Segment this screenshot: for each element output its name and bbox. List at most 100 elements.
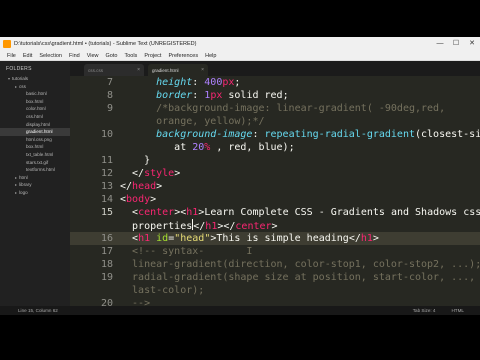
sidebar-item-label: color.html xyxy=(26,106,46,112)
editor-tab[interactable]: css.css × xyxy=(84,64,144,76)
menu-goto[interactable]: Goto xyxy=(106,53,118,59)
code-token: linear-gradient(direction, color-stop1, … xyxy=(132,259,480,270)
code-token: center xyxy=(138,207,175,218)
sidebar-item[interactable]: textforms.html xyxy=(0,166,70,174)
syntax-status[interactable]: HTML xyxy=(451,308,464,313)
code-token: Learn Complete CSS - Gradients and Shado… xyxy=(204,207,480,218)
menu-find[interactable]: Find xyxy=(69,53,80,59)
tab-bar: css.css × gradient.html × xyxy=(70,61,480,76)
sidebar-item-label: txt_table.html xyxy=(26,151,54,157)
sublime-app-icon xyxy=(3,40,11,48)
sidebar-item[interactable]: basic.html xyxy=(0,90,70,98)
sidebar-item[interactable]: ▸ css xyxy=(0,83,70,91)
code-token: head xyxy=(132,181,157,192)
menu-view[interactable]: View xyxy=(87,53,99,59)
menu-bar: File Edit Selection Find View Goto Tools Projec… xyxy=(0,51,480,61)
menu-edit[interactable]: Edit xyxy=(23,53,32,59)
line-number: 18 xyxy=(100,259,113,270)
line-number: 20 xyxy=(100,298,113,306)
code-token: : xyxy=(192,77,205,88)
code-token: >< xyxy=(174,207,187,218)
sidebar-item-label: logo xyxy=(19,189,28,195)
tab-label: gradient.html xyxy=(152,67,179,73)
sidebar-item[interactable]: color.html xyxy=(0,105,70,113)
sidebar-item-label: stars.txt.gif xyxy=(26,159,49,165)
code-token: center xyxy=(235,221,272,232)
code-token: > xyxy=(271,221,278,232)
code-line: linear-gradient(direction, color-stop1, … xyxy=(132,258,480,271)
code-token: id xyxy=(156,233,169,244)
sidebar-item[interactable]: box.html xyxy=(0,143,70,151)
sidebar-item[interactable]: display.html xyxy=(0,121,70,129)
sidebar-item-label: tutorials xyxy=(12,76,29,81)
editor-tab[interactable]: gradient.html × xyxy=(148,64,208,76)
sidebar-item-label: basic.html xyxy=(26,91,47,97)
line-number: 11 xyxy=(100,155,113,166)
menu-project[interactable]: Project xyxy=(144,53,161,59)
code-line: border: 1px solid red; xyxy=(156,89,288,102)
code-line: background-image: repeating-radial-gradi… xyxy=(156,128,480,141)
code-token: solid red; xyxy=(222,90,289,101)
sidebar-item-label: library xyxy=(19,182,32,188)
tab-close-icon[interactable]: × xyxy=(137,67,140,73)
code-token: > xyxy=(372,233,379,244)
code-token: height xyxy=(156,77,193,88)
sidebar-item[interactable]: ▾ tutorials xyxy=(0,75,70,83)
code-token: , red, blue); xyxy=(210,142,295,153)
line-number: 12 xyxy=(100,168,113,179)
sidebar-item[interactable]: html.css.png xyxy=(0,136,70,144)
maximize-icon[interactable]: ☐ xyxy=(448,37,464,51)
sidebar-item-label: html xyxy=(19,174,28,180)
code-token: "head" xyxy=(174,233,211,244)
code-area[interactable]: height: 400px; border: 1px solid red;/*ba… xyxy=(120,76,480,306)
code-line: </style> xyxy=(132,167,180,180)
tab-close-icon[interactable]: × xyxy=(201,67,204,73)
sidebar-item[interactable]: stars.txt.gif xyxy=(0,159,70,167)
code-token: radial-gradient(shape size at position, … xyxy=(132,272,476,283)
code-token: px xyxy=(222,77,235,88)
sidebar-item[interactable]: ▸ library xyxy=(0,181,70,189)
menu-selection[interactable]: Selection xyxy=(39,53,62,59)
code-token: <!-- syntax- I xyxy=(132,246,253,257)
code-line: </head> xyxy=(120,180,162,193)
sidebar-item[interactable]: box.html xyxy=(0,98,70,106)
sidebar-item-label: display.html xyxy=(26,121,50,127)
sidebar-item-label: gradient.html xyxy=(26,129,53,135)
code-line: <center><h1>Learn Complete CSS - Gradien… xyxy=(132,206,480,219)
code-token: > xyxy=(150,194,157,205)
sidebar-item[interactable]: css.html xyxy=(0,113,70,121)
tab-size-status[interactable]: Tab Size: 4 xyxy=(413,308,436,313)
code-token: h1 xyxy=(138,233,151,244)
sidebar-item[interactable]: ▸ logo xyxy=(0,189,70,197)
code-token: 400 xyxy=(204,77,223,88)
sidebar-item[interactable]: ▸ html xyxy=(0,174,70,182)
menu-file[interactable]: File xyxy=(7,53,16,59)
line-number: 17 xyxy=(100,246,113,257)
code-token: </ xyxy=(120,181,133,192)
sidebar-item[interactable]: gradient.html xyxy=(0,128,70,136)
code-line: properties</h1></center> xyxy=(132,219,278,232)
line-number-gutter: 789101112131415161718192021 xyxy=(70,76,120,306)
status-bar: Line 15, Column 62 Tab Size: 4 HTML xyxy=(0,306,480,315)
code-line: --> xyxy=(132,297,150,306)
code-token: : xyxy=(252,129,265,140)
code-token: </ xyxy=(193,221,206,232)
code-token: border xyxy=(156,90,193,101)
menu-preferences[interactable]: Preferences xyxy=(168,53,198,59)
code-line: /*background-image: linear-gradient( -90… xyxy=(156,102,445,115)
code-line: at 20% , red, blue); xyxy=(174,141,294,154)
code-token: h1 xyxy=(186,207,199,218)
sidebar-item-label: textforms.html xyxy=(26,167,55,173)
sidebar-item-label: css.html xyxy=(26,113,43,119)
folders-sidebar: FOLDERS ▾ tutorials ▸ css basic.html box.html… xyxy=(0,61,70,306)
code-editor[interactable]: 789101112131415161718192021 height: 400p… xyxy=(70,76,480,306)
sidebar-item-label: box.html xyxy=(26,144,44,150)
menu-tools[interactable]: Tools xyxy=(124,53,137,59)
menu-help[interactable]: Help xyxy=(205,53,216,59)
line-number: 9 xyxy=(106,103,113,114)
close-icon[interactable]: ✕ xyxy=(464,37,480,51)
code-line: orange, yellow);*/ xyxy=(156,115,264,128)
code-line: } xyxy=(144,154,150,167)
minimize-icon[interactable]: — xyxy=(432,37,448,51)
sidebar-item[interactable]: txt_table.html xyxy=(0,151,70,159)
